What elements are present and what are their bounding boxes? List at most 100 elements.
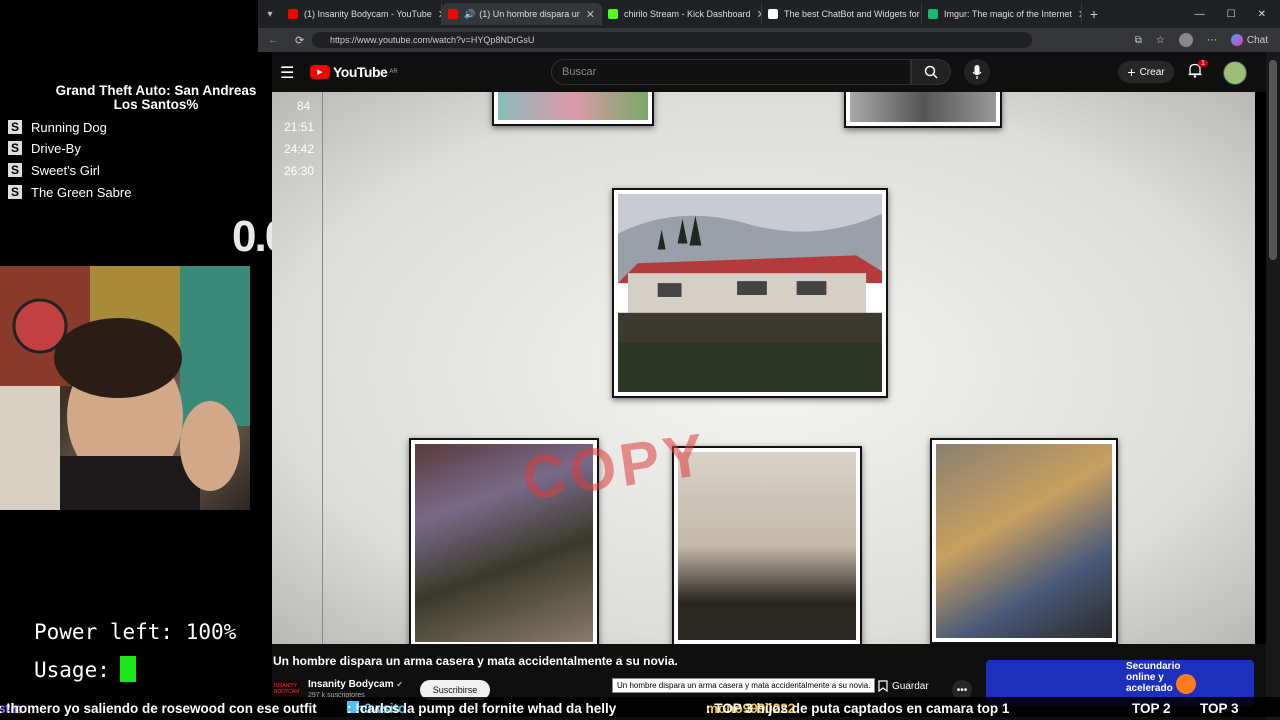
reload-icon[interactable]: ⟳ bbox=[295, 34, 304, 47]
split-badge: S bbox=[8, 120, 22, 134]
microphone-icon bbox=[972, 65, 982, 79]
youtube-icon bbox=[288, 9, 298, 19]
search-input[interactable]: Buscar bbox=[551, 59, 911, 85]
minimize-button[interactable]: — bbox=[1195, 9, 1205, 20]
tab-title: (1) Un hombre dispara un arma bbox=[479, 9, 580, 19]
youtube-logo[interactable]: ▶ YouTube AR bbox=[310, 64, 398, 80]
account-avatar[interactable] bbox=[1223, 61, 1247, 85]
close-icon[interactable]: ✕ bbox=[1072, 8, 1081, 21]
menu-dots-icon[interactable]: ⋯ bbox=[1207, 35, 1217, 46]
create-button[interactable]: + Crear bbox=[1118, 61, 1174, 83]
house-image bbox=[618, 194, 882, 392]
webcam-feed bbox=[0, 266, 250, 510]
split-name: Drive-By bbox=[31, 140, 81, 156]
close-icon[interactable]: ✕ bbox=[751, 8, 761, 21]
verified-icon: ✔ bbox=[396, 680, 404, 689]
profile-avatar[interactable] bbox=[1178, 33, 1193, 47]
run-category: Los Santos% bbox=[113, 97, 199, 112]
chat-text: : TOP 3 hijos de puta captados en camara… bbox=[706, 701, 1010, 716]
tab-title: The best ChatBot and Widgets for bbox=[784, 9, 920, 19]
youtube-icon bbox=[448, 9, 458, 19]
tab-insanity-bodycam[interactable]: (1) Insanity Bodycam - YouTube ✕ bbox=[282, 3, 442, 25]
video-player[interactable]: COPY bbox=[272, 92, 1255, 644]
photo-room-mess bbox=[930, 438, 1118, 644]
split-name: Sweet's Girl bbox=[31, 162, 100, 178]
maximize-button[interactable]: ☐ bbox=[1227, 9, 1236, 20]
photo-top-right bbox=[844, 92, 1002, 128]
chat-text: : !homero yo saliendo de rosewood con es… bbox=[0, 701, 317, 716]
tab-current-video[interactable]: 🔊 (1) Un hombre dispara un arma ✕ bbox=[442, 3, 602, 25]
ad-line: acelerado bbox=[1126, 683, 1173, 694]
split-row: S Sweet's Girl bbox=[8, 160, 100, 180]
address-bar[interactable]: https://www.youtube.com/watch?v=HYQp8NDr… bbox=[312, 32, 1032, 48]
split-badge: S bbox=[8, 163, 22, 177]
region-code: AR bbox=[389, 69, 398, 75]
tab-chatbot[interactable]: The best ChatBot and Widgets for ✕ bbox=[762, 3, 922, 25]
copilot-icon bbox=[1230, 34, 1243, 46]
copilot-chat-button[interactable]: Chat bbox=[1230, 34, 1268, 46]
split-time: 24:42 bbox=[284, 142, 315, 156]
imgur-icon bbox=[928, 9, 938, 19]
channel-logo[interactable]: INSANITY BODYCAM bbox=[274, 680, 300, 698]
video-title: Un hombre dispara un arma casera y mata … bbox=[273, 654, 678, 668]
scrollbar-thumb[interactable] bbox=[1269, 60, 1277, 260]
split-name: Running Dog bbox=[31, 119, 107, 135]
more-icon: ••• bbox=[956, 684, 968, 696]
chatbot-icon bbox=[768, 9, 778, 19]
photo-top-left bbox=[492, 92, 654, 126]
split-name: The Green Sabre bbox=[31, 184, 132, 200]
split-badge: S bbox=[8, 141, 22, 155]
bookmark-icon bbox=[878, 680, 888, 692]
browser-tab-bar: ▾ (1) Insanity Bodycam - YouTube ✕ 🔊 (1)… bbox=[258, 0, 1280, 28]
favorites-icon[interactable]: ☆ bbox=[1156, 35, 1165, 46]
chat-text: TOP 3 bbox=[1200, 701, 1239, 716]
split-row: S Running Dog bbox=[8, 117, 107, 137]
split-time: 26:30 bbox=[284, 164, 315, 178]
power-value: 100% bbox=[185, 620, 237, 644]
back-icon[interactable]: ← bbox=[268, 34, 279, 46]
new-tab-button[interactable]: + bbox=[1082, 6, 1106, 22]
search-icon bbox=[924, 65, 938, 79]
notification-badge: 1 bbox=[1198, 60, 1208, 67]
title-tooltip: Un hombre dispara un arma casera y mata … bbox=[612, 678, 876, 693]
speaker-icon[interactable]: 🔊 bbox=[464, 9, 475, 20]
game-title: Grand Theft Auto: San Andreas bbox=[55, 83, 257, 98]
tab-title: (1) Insanity Bodycam - YouTube bbox=[304, 9, 432, 19]
chat-text: : !carlos la pump del fornite whad da he… bbox=[347, 701, 617, 716]
extensions-icon[interactable]: ⧉ bbox=[1135, 35, 1142, 46]
ad-text: Secundario online y acelerado bbox=[1126, 661, 1180, 694]
tab-kick-dashboard[interactable]: chirilo Stream - Kick Dashboard ✕ bbox=[602, 3, 762, 25]
power-label: Power left: bbox=[34, 620, 174, 644]
split-time: 21:51 bbox=[284, 120, 315, 134]
ad-logo-icon bbox=[1176, 674, 1196, 694]
tab-title: Imgur: The magic of the Internet bbox=[944, 9, 1072, 19]
split-row: S Drive-By bbox=[8, 138, 81, 158]
usage-bar bbox=[120, 656, 136, 682]
search-button[interactable] bbox=[911, 59, 951, 85]
tab-title: chirilo Stream - Kick Dashboard bbox=[624, 9, 751, 19]
voice-search-button[interactable] bbox=[964, 59, 990, 85]
youtube-play-icon: ▶ bbox=[310, 65, 330, 79]
split-badge: S bbox=[8, 185, 22, 199]
ad-line: online y bbox=[1126, 672, 1164, 683]
split-row: S The Green Sabre bbox=[8, 182, 131, 202]
youtube-logo-text: YouTube bbox=[333, 64, 388, 80]
notifications-button[interactable]: 1 bbox=[1188, 60, 1208, 83]
channel-name[interactable]: Insanity Bodycam ✔ bbox=[308, 679, 403, 690]
close-icon[interactable]: ✕ bbox=[580, 8, 595, 21]
save-button[interactable]: Guardar bbox=[878, 680, 929, 692]
channel-name-text: Insanity Bodycam bbox=[308, 679, 394, 690]
close-icon[interactable]: ✕ bbox=[432, 8, 441, 21]
hamburger-menu-icon[interactable]: ☰ bbox=[280, 63, 294, 83]
chat-label: Chat bbox=[1246, 34, 1268, 46]
usage-label: Usage: bbox=[34, 658, 110, 682]
photo-house bbox=[612, 188, 888, 398]
tab-list-icon[interactable]: ▾ bbox=[258, 3, 282, 25]
url-text: https://www.youtube.com/watch?v=HYQp8NDr… bbox=[330, 35, 535, 45]
close-window-button[interactable]: ✕ bbox=[1258, 9, 1266, 20]
search-placeholder: Buscar bbox=[562, 66, 597, 78]
split-time: 84 bbox=[297, 99, 311, 113]
webcam-person-image bbox=[0, 266, 250, 510]
power-left-readout: Power left: 100% bbox=[34, 620, 236, 644]
tab-imgur[interactable]: Imgur: The magic of the Internet ✕ bbox=[922, 3, 1082, 25]
